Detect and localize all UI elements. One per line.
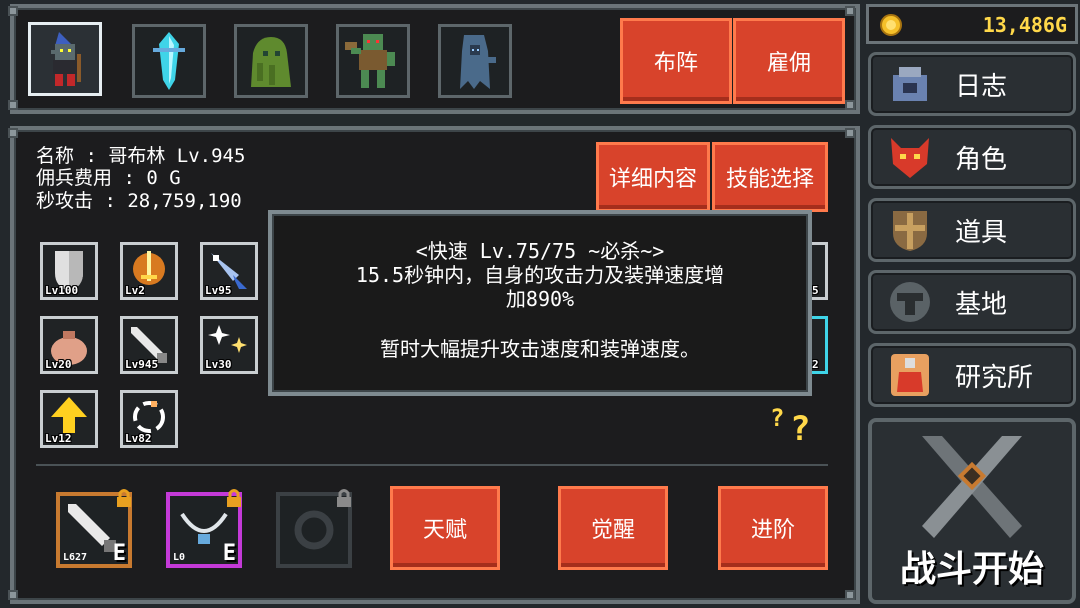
skill-tooltip: <快速 Lv.75/75 ~必杀~> 15.5秒钟内，自身的攻击力及装弹速度增 … [268, 210, 812, 396]
skill-level: Lv30 [205, 358, 232, 371]
sidebar-item-lab[interactable]: 研究所 [868, 343, 1076, 407]
equipment-level: L0 [173, 552, 186, 563]
ghost-icon [460, 35, 496, 89]
gold-display: 13,486G [866, 4, 1078, 44]
skill-level: 2 [812, 358, 819, 371]
sidebar-item-log[interactable]: 日志 [868, 52, 1076, 116]
sidebar-item-items[interactable]: 道具 [868, 198, 1076, 262]
demon-mask-icon [891, 138, 929, 178]
equipment-slot-ring[interactable] [276, 489, 352, 568]
sidebar-label: 基地 [955, 289, 1008, 320]
equipment-grade: E [112, 541, 126, 566]
rivet [8, 590, 18, 600]
skill-sword[interactable]: Lv945 [120, 316, 178, 374]
skill-level: Lv100 [45, 284, 79, 297]
sidebar-label: 日志 [955, 71, 1008, 102]
rivet [845, 100, 855, 110]
equipment-grade: E [222, 541, 236, 566]
coin-icon [880, 14, 902, 36]
lock-icon [337, 489, 351, 507]
lock-icon [117, 489, 131, 507]
help-icon[interactable]: ? ? [770, 400, 826, 444]
battle-start-button[interactable]: 战斗开始 [868, 418, 1076, 604]
sidebar-label: 研究所 [955, 362, 1034, 393]
tooltip-line-1: 15.5秒钟内，自身的攻击力及装弹速度增 [355, 263, 725, 287]
skill-level: Lv82 [125, 432, 152, 445]
anvil-icon [890, 282, 930, 322]
sidebar-item-character[interactable]: 角色 [868, 125, 1076, 189]
sidebar-label: 角色 [955, 144, 1008, 175]
skill-swirl[interactable]: Lv82 [120, 390, 178, 448]
skill-level: Lv945 [125, 358, 159, 371]
svg-text:?: ? [790, 409, 810, 444]
lock-icon [227, 489, 241, 507]
hire-button[interactable]: 雇佣 [733, 18, 845, 104]
skill-level: Lv12 [45, 432, 72, 445]
skill-shield[interactable]: Lv100 [40, 242, 98, 300]
equipment-slot-weapon[interactable]: L627 E [56, 489, 132, 568]
rivet [845, 128, 855, 138]
divider [36, 464, 828, 466]
formation-button[interactable]: 布阵 [620, 18, 732, 104]
character-slot-goblin-mage[interactable] [28, 22, 102, 96]
tooltip-line-2: 加890% [505, 287, 575, 311]
skill-select-button[interactable]: 技能选择 [712, 142, 828, 212]
skill-rocket[interactable]: Lv95 [200, 242, 258, 300]
character-slot-orc[interactable] [336, 24, 410, 98]
details-button[interactable]: 详细内容 [596, 142, 710, 212]
character-name: 名称 : 哥布林 Lv.945 [36, 145, 246, 167]
skill-golden-sword[interactable]: Lv2 [120, 242, 178, 300]
orc-icon [345, 34, 395, 88]
character-slot-ghost[interactable] [438, 24, 512, 98]
rivet [845, 6, 855, 16]
rivet [8, 6, 18, 16]
tooltip-description: 暂时大幅提升攻击速度和装弹速度。 [380, 337, 700, 361]
goblin-mage-icon [51, 32, 81, 86]
rivet [8, 100, 18, 110]
skill-level: 5 [812, 284, 819, 297]
potion-icon [891, 354, 929, 396]
gold-amount: 13,486G [982, 13, 1067, 37]
slime-icon [251, 37, 291, 87]
battle-start-label: 战斗开始 [899, 549, 1044, 590]
skill-level: Lv20 [45, 358, 72, 371]
svg-text:?: ? [770, 404, 784, 432]
shield-icon [893, 211, 927, 251]
tooltip-title: <快速 Lv.75/75 ~必杀~> [415, 239, 665, 263]
skill-level: Lv95 [205, 284, 232, 297]
rivet [8, 128, 18, 138]
advance-button[interactable]: 进阶 [718, 486, 828, 570]
skill-sparkles[interactable]: Lv30 [200, 316, 258, 374]
character-slot-slime[interactable] [234, 24, 308, 98]
skill-money-bag[interactable]: Lv20 [40, 316, 98, 374]
skill-arrow-up[interactable]: Lv12 [40, 390, 98, 448]
rivet [845, 590, 855, 600]
character-slot-crystal[interactable] [132, 24, 206, 98]
awaken-button[interactable]: 觉醒 [558, 486, 668, 570]
equipment-slot-necklace[interactable]: L0 E [166, 489, 242, 568]
dps-value: 秒攻击 : 28,759,190 [36, 190, 242, 212]
sidebar-item-base[interactable]: 基地 [868, 270, 1076, 334]
talent-button[interactable]: 天赋 [390, 486, 500, 570]
skill-level: Lv2 [125, 284, 145, 297]
equipment-level: L627 [63, 552, 88, 563]
sidebar-label: 道具 [955, 217, 1008, 248]
hire-fee: 佣兵费用 : 0 G [36, 167, 181, 189]
crossed-swords-icon [922, 436, 1022, 538]
journal-icon [893, 67, 927, 101]
crystal-icon [153, 32, 185, 90]
